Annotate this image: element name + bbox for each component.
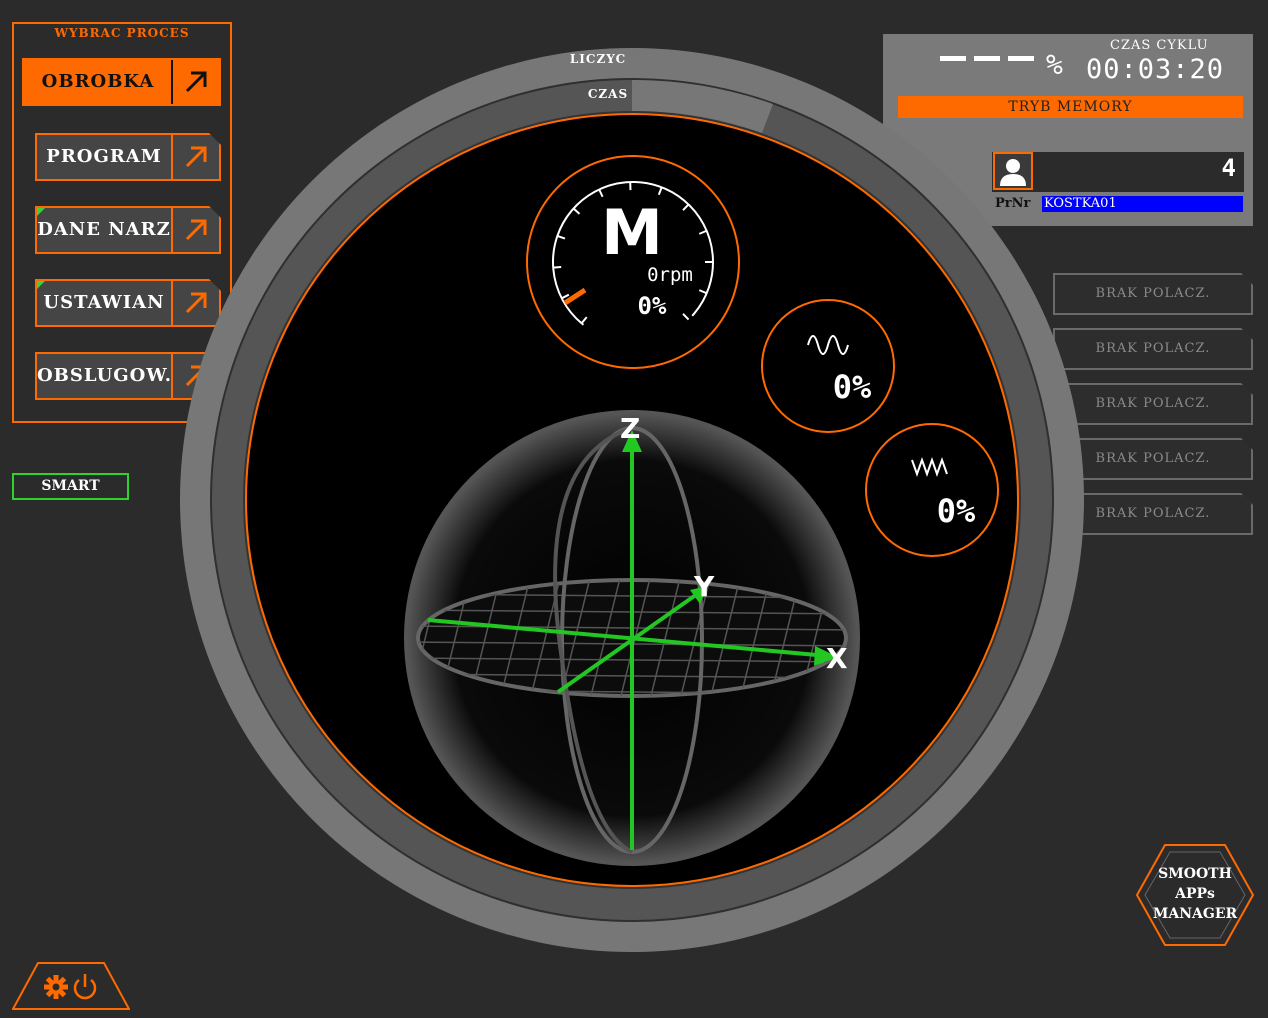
smooth-apps-line1: SMOOTH (1158, 866, 1232, 882)
main-dial (180, 48, 1255, 952)
axis-sphere (404, 410, 860, 866)
y-axis-label: Y (694, 570, 715, 603)
z-axis-label: Z (620, 412, 641, 445)
smooth-apps-manager-button[interactable]: SMOOTH APPs MANAGER (1140, 864, 1250, 924)
smooth-apps-line3: MANAGER (1152, 906, 1238, 922)
spindle-override: 0% (637, 292, 667, 320)
spindle-mode-letter: M (601, 196, 663, 269)
rapid-override: 0% (936, 492, 976, 530)
spindle-rpm: 0rpm (647, 264, 693, 286)
counter-label: LICZYC (569, 52, 627, 66)
feed-override: 0% (832, 368, 872, 406)
smooth-apps-line2: APPs (1175, 886, 1215, 902)
time-label: CZAS (587, 87, 629, 101)
x-axis-label: X (826, 642, 848, 675)
